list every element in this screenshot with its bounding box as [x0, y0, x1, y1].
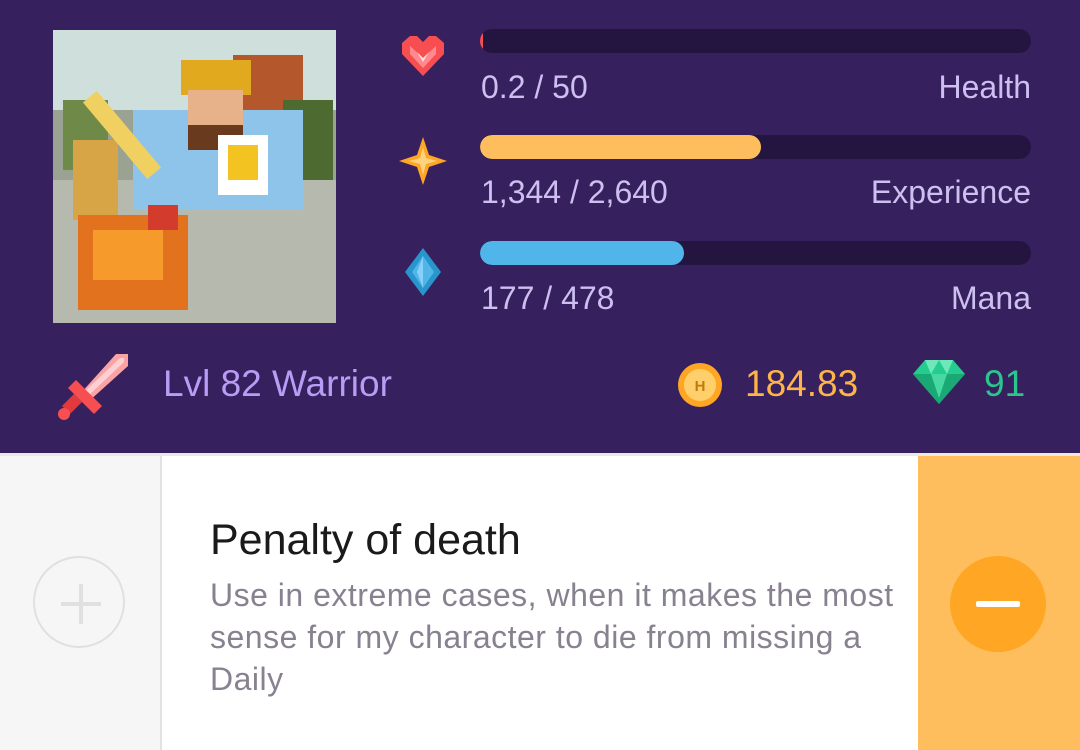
- experience-bar: [480, 135, 1031, 159]
- task-title: Penalty of death: [210, 516, 521, 564]
- sword-icon: [58, 354, 128, 420]
- positive-button[interactable]: [33, 556, 125, 648]
- minus-icon: [976, 601, 1020, 607]
- gold-coin-icon: H: [678, 363, 722, 407]
- avatar[interactable]: [53, 30, 336, 323]
- task-content[interactable]: Penalty of death Use in extreme cases, w…: [210, 514, 900, 700]
- health-bar: [480, 29, 1031, 53]
- health-value: 0.2 / 50: [481, 69, 588, 105]
- plus-icon: [61, 584, 101, 624]
- task-notes: Use in extreme cases, when it makes the …: [210, 577, 894, 697]
- mana-drop-icon: [405, 248, 441, 296]
- health-bar-fill: [480, 29, 484, 53]
- experience-value: 1,344 / 2,640: [481, 174, 668, 210]
- mana-bar: [480, 241, 1031, 265]
- gem-icon: [913, 360, 965, 404]
- mana-value: 177 / 478: [481, 280, 615, 316]
- habit-task[interactable]: Penalty of death Use in extreme cases, w…: [0, 456, 1080, 750]
- experience-label: Experience: [870, 174, 1031, 210]
- health-label: Health: [938, 69, 1032, 105]
- gold-amount: 184.83: [745, 363, 859, 404]
- habit-positive-area: [0, 456, 162, 750]
- mana-bar-fill: [480, 241, 685, 265]
- pixel-warrior-avatar: [53, 30, 336, 323]
- habit-negative-area: [918, 456, 1080, 750]
- stats-header: 0.2 / 50 Health 1,344 / 2,640 Experience…: [0, 0, 1080, 453]
- star-icon: [399, 137, 447, 185]
- mana-label: Mana: [950, 280, 1031, 316]
- heart-icon: [402, 36, 444, 76]
- character-level: Lvl 82 Warrior: [163, 363, 392, 404]
- svg-text:H: H: [695, 378, 706, 395]
- gem-amount: 91: [984, 363, 1026, 404]
- negative-button[interactable]: [950, 556, 1046, 652]
- experience-bar-fill: [480, 135, 761, 159]
